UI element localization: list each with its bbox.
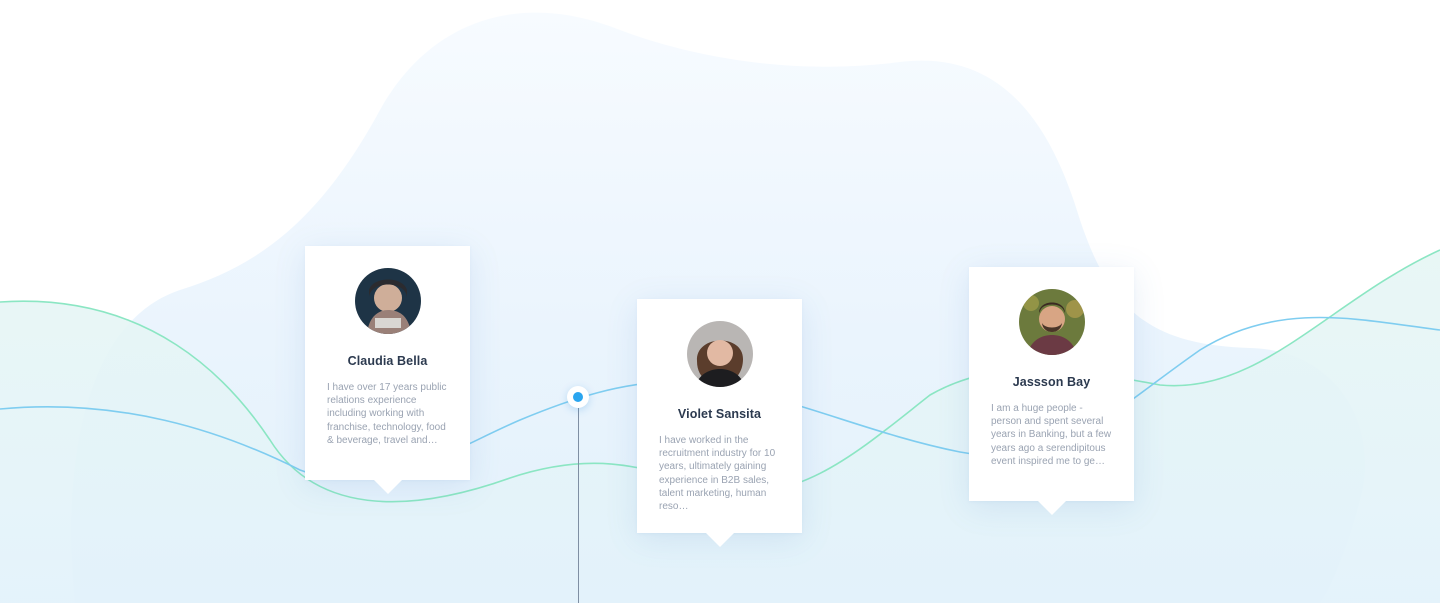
person-bio: I have over 17 years public relations ex… [327,382,447,446]
person-name: Claudia Bella [347,354,428,368]
testimonial-card[interactable]: Violet Sansita I have worked in the recr… [637,299,802,547]
testimonial-card[interactable]: Claudia Bella I have over 17 years publi… [305,246,470,494]
claudia-avatar-image [354,268,421,334]
person-name: Jassson Bay [1012,375,1091,389]
avatar [354,268,421,334]
person-name: Violet Sansita [677,407,762,421]
timeline-marker[interactable] [567,386,589,408]
person-bio: I have worked in the recruitment industr… [659,435,776,513]
testimonial-card[interactable]: Jassson Bay I am a huge people -person a… [969,267,1134,515]
person-bio: I am a huge people -person and spent sev… [991,403,1112,467]
timeline-line [578,408,579,603]
jassson-avatar-image [1018,289,1085,355]
avatar [686,321,753,387]
avatar [1018,289,1085,355]
violet-avatar-image [686,321,753,387]
